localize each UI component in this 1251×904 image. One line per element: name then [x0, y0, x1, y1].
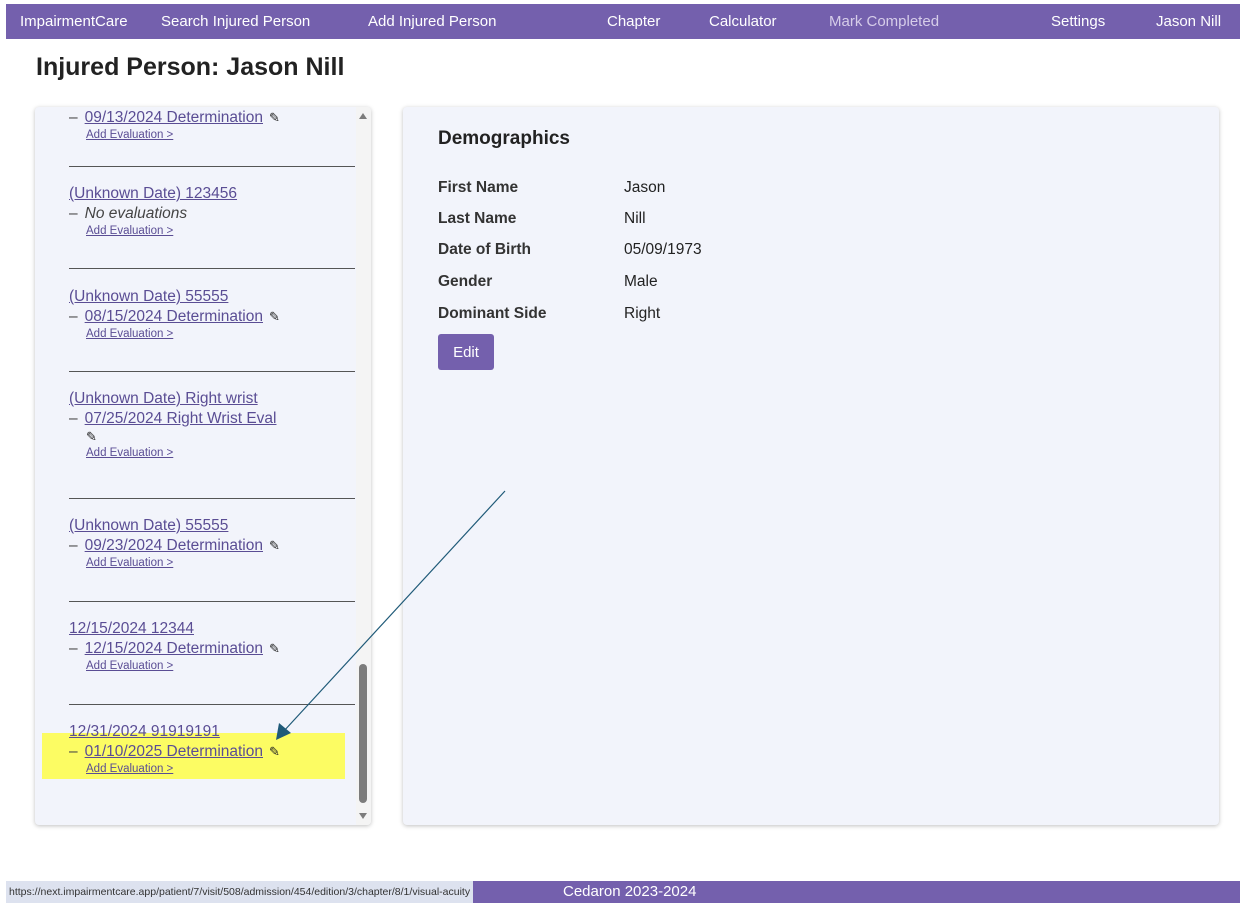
- field-value: Jason: [624, 179, 666, 196]
- nav-settings[interactable]: Settings: [1051, 4, 1105, 39]
- evaluation-link[interactable]: 12/15/2024 Determination: [85, 640, 263, 657]
- admission-title-link[interactable]: (Unknown Date) 55555: [69, 288, 355, 306]
- admissions-sidebar: –09/13/2024 Determination ✎ Add Evaluatio…: [35, 107, 371, 825]
- nav-calculator[interactable]: Calculator: [709, 4, 777, 39]
- divider: [69, 704, 355, 705]
- nav-user-menu[interactable]: Jason Nill: [1156, 4, 1221, 39]
- evaluation-link[interactable]: 09/23/2024 Determination: [85, 537, 263, 554]
- divider: [69, 268, 355, 269]
- scroll-up-arrow-icon[interactable]: [359, 113, 367, 119]
- page-title: Injured Person: Jason Nill: [36, 53, 345, 81]
- nav-mark-completed[interactable]: Mark Completed: [829, 4, 939, 39]
- evaluation-link[interactable]: 09/13/2024 Determination: [85, 109, 263, 126]
- edit-pencil-icon[interactable]: ✎: [269, 744, 280, 760]
- admission-title-link[interactable]: 12/15/2024 12344: [69, 620, 355, 638]
- nav-brand-link[interactable]: ImpairmentCare: [20, 4, 128, 39]
- no-evaluations-text: No evaluations: [84, 205, 188, 222]
- add-evaluation-link[interactable]: Add Evaluation >: [69, 225, 355, 237]
- add-evaluation-link[interactable]: Add Evaluation >: [69, 447, 355, 459]
- admission-item: –09/13/2024 Determination ✎ Add Evaluatio…: [69, 107, 355, 141]
- field-label: Last Name: [438, 210, 517, 227]
- edit-pencil-icon[interactable]: ✎: [269, 110, 280, 126]
- evaluation-row: – No evaluations: [69, 205, 188, 222]
- field-value: Male: [624, 273, 658, 290]
- evaluation-row: –12/15/2024 Determination ✎: [69, 640, 280, 657]
- admission-item: (Unknown Date) 123456 – No evaluations Ad…: [69, 185, 355, 237]
- footer-copyright: Cedaron 2023-2024: [563, 883, 697, 900]
- evaluation-row: –07/25/2024 Right Wrist Eval: [69, 410, 277, 427]
- nav-chapter[interactable]: Chapter: [607, 4, 660, 39]
- field-value: 05/09/1973: [624, 241, 702, 258]
- edit-pencil-icon[interactable]: ✎: [269, 538, 280, 554]
- evaluation-row: –09/13/2024 Determination ✎: [69, 109, 280, 126]
- admission-title-link[interactable]: (Unknown Date) 123456: [69, 185, 355, 203]
- add-evaluation-link[interactable]: Add Evaluation >: [69, 129, 355, 141]
- evaluation-link[interactable]: 07/25/2024 Right Wrist Eval: [85, 410, 277, 427]
- add-evaluation-link[interactable]: Add Evaluation >: [69, 557, 355, 569]
- edit-pencil-icon[interactable]: ✎: [269, 641, 280, 657]
- evaluation-row: –01/10/2025 Determination ✎: [69, 743, 280, 760]
- admission-item: 12/15/2024 12344 –12/15/2024 Determinati…: [69, 620, 355, 672]
- evaluation-row: –08/15/2024 Determination ✎: [69, 308, 280, 325]
- admission-title-link[interactable]: (Unknown Date) 55555: [69, 517, 355, 535]
- admission-item: (Unknown Date) Right wrist –07/25/2024 R…: [69, 390, 355, 459]
- field-label: Gender: [438, 273, 493, 290]
- evaluation-link[interactable]: 01/10/2025 Determination: [85, 743, 263, 760]
- field-label: Dominant Side: [438, 305, 547, 322]
- field-value: Right: [624, 305, 661, 322]
- evaluation-row: –09/23/2024 Determination ✎: [69, 537, 280, 554]
- divider: [69, 601, 355, 602]
- admission-item: (Unknown Date) 55555 –09/23/2024 Determi…: [69, 517, 355, 569]
- edit-pencil-icon[interactable]: ✎: [269, 309, 280, 325]
- edit-pencil-icon[interactable]: ✎: [86, 429, 97, 444]
- divider: [69, 498, 355, 499]
- demographics-heading: Demographics: [438, 128, 570, 149]
- top-navbar: ImpairmentCare Search Injured Person Add…: [6, 4, 1240, 39]
- scroll-down-arrow-icon[interactable]: [359, 813, 367, 819]
- divider: [69, 166, 355, 167]
- admission-title-link[interactable]: 12/31/2024 91919191: [69, 723, 355, 741]
- admission-item: 12/31/2024 91919191 –01/10/2025 Determin…: [69, 723, 355, 775]
- add-evaluation-link[interactable]: Add Evaluation >: [69, 660, 355, 672]
- divider: [69, 371, 355, 372]
- field-label: Date of Birth: [438, 241, 531, 258]
- status-bar-url: https://next.impairmentcare.app/patient/…: [6, 881, 474, 903]
- footer-bar: https://next.impairmentcare.app/patient/…: [6, 881, 1240, 903]
- evaluation-link[interactable]: 08/15/2024 Determination: [85, 308, 263, 325]
- admission-title-link[interactable]: (Unknown Date) Right wrist: [69, 390, 355, 408]
- nav-add-injured-person[interactable]: Add Injured Person: [368, 4, 496, 39]
- add-evaluation-link[interactable]: Add Evaluation >: [69, 763, 355, 775]
- admission-list: –09/13/2024 Determination ✎ Add Evaluatio…: [35, 107, 355, 825]
- add-evaluation-link[interactable]: Add Evaluation >: [69, 328, 355, 340]
- admission-item: (Unknown Date) 55555 –08/15/2024 Determi…: [69, 288, 355, 340]
- field-value: Nill: [624, 210, 646, 227]
- scroll-thumb[interactable]: [359, 664, 367, 803]
- nav-search-injured-person[interactable]: Search Injured Person: [161, 4, 310, 39]
- sidebar-scrollbar[interactable]: [356, 107, 371, 825]
- demographics-panel: Demographics First Name Jason Last Name …: [403, 107, 1219, 825]
- field-label: First Name: [438, 179, 519, 196]
- edit-demographics-button[interactable]: Edit: [438, 334, 494, 370]
